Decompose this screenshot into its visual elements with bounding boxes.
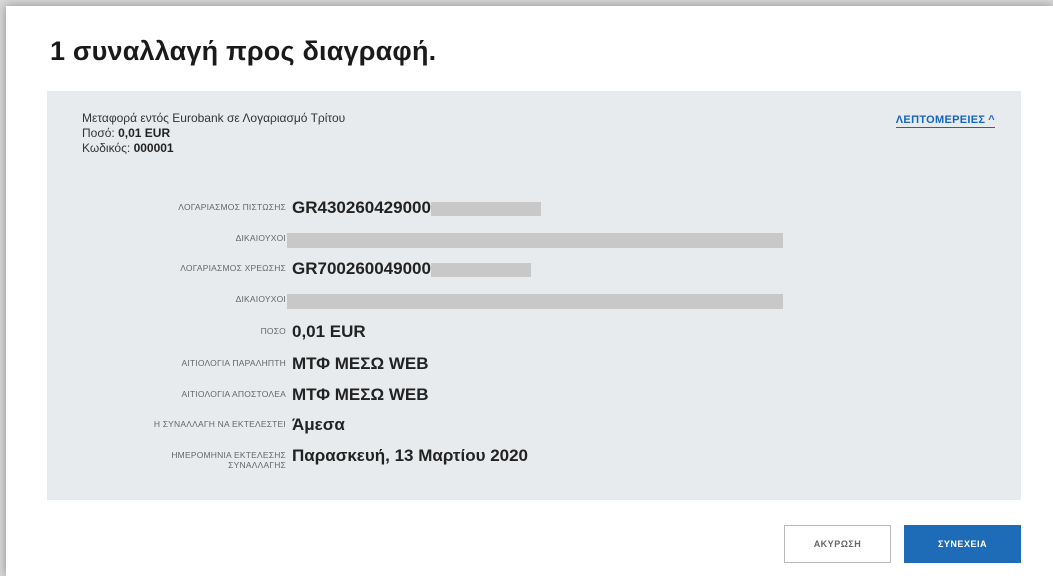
detail-row-beneficiaries: ΔΙΚΑΙΟΥΧΟΙ bbox=[47, 228, 1021, 252]
detail-row-execution-date: ΗΜΕΡΟΜΗΝΙΑ ΕΚΤΕΛΕΣΗΣ ΣΥΝΑΛΛΑΓΗΣ Παρασκευ… bbox=[47, 445, 1021, 475]
detail-label: ΔΙΚΑΙΟΥΧΟΙ bbox=[235, 294, 286, 304]
details-toggle-link[interactable]: ΛΕΠΤΟΜΕΡΕΙΕΣ ^ bbox=[895, 114, 995, 128]
detail-value: ΜΤΦ ΜΕΣΩ WEB bbox=[292, 354, 429, 373]
detail-row-amount: ΠΟΣΟ 0,01 EUR bbox=[47, 321, 1021, 345]
detail-label: ΠΟΣΟ bbox=[260, 326, 286, 336]
credit-account-number: GR430260429000 bbox=[292, 198, 431, 217]
redacted-block bbox=[430, 262, 531, 277]
detail-value: GR700260049000 bbox=[292, 259, 531, 279]
detail-value: GR430260429000 bbox=[292, 198, 541, 218]
detail-label: ΛΟΓΑΡΙΑΣΜΟΣ ΧΡΕΩΣΗΣ bbox=[180, 263, 286, 273]
amount-label: Ποσό: bbox=[82, 126, 115, 140]
detail-row-execution-timing: Η ΣΥΝΑΛΛΑΓΗ ΝΑ ΕΚΤΕΛΕΣΤΕΙ Άμεσα bbox=[47, 414, 1021, 438]
debit-account-number: GR700260049000 bbox=[292, 259, 431, 278]
detail-label: ΑΙΤΙΟΛΟΓΙΑ ΠΑΡΑΛΗΠΤΗ bbox=[181, 358, 286, 368]
amount-line: Ποσό: 0,01 EUR bbox=[82, 126, 345, 141]
code-value: 000001 bbox=[133, 141, 174, 155]
code-label: Κωδικός: bbox=[82, 141, 131, 155]
detail-row-debit-account: ΛΟΓΑΡΙΑΣΜΟΣ ΧΡΕΩΣΗΣ GR700260049000 bbox=[47, 258, 1021, 282]
amount-value: 0,01 EUR bbox=[118, 126, 171, 140]
details-toggle-label: ΛΕΠΤΟΜΕΡΕΙΕΣ bbox=[895, 114, 986, 126]
continue-button[interactable]: ΣΥΝΕΧΕΙΑ bbox=[904, 525, 1021, 563]
page-title: 1 συναλλαγή προς διαγραφή. bbox=[50, 36, 437, 66]
redacted-block bbox=[287, 233, 783, 248]
redacted-block bbox=[287, 294, 783, 309]
detail-row-sender-reason: ΑΙΤΙΟΛΟΓΙΑ ΑΠΟΣΤΟΛΕΑ ΜΤΦ ΜΕΣΩ WEB bbox=[47, 384, 1021, 408]
detail-label: ΔΙΚΑΙΟΥΧΟΙ bbox=[235, 233, 286, 243]
dialog: 1 συναλλαγή προς διαγραφή. Μεταφορά εντό… bbox=[6, 6, 1053, 576]
redacted-block bbox=[430, 201, 541, 216]
code-line: Κωδικός: 000001 bbox=[82, 141, 345, 156]
detail-value: 0,01 EUR bbox=[292, 322, 366, 341]
cancel-button[interactable]: ΑΚΥΡΩΣΗ bbox=[784, 525, 891, 563]
transaction-panel: Μεταφορά εντός Eurobank σε Λογαριασμό Τρ… bbox=[47, 91, 1021, 500]
detail-row-credit-account: ΛΟΓΑΡΙΑΣΜΟΣ ΠΙΣΤΩΣΗΣ GR430260429000 bbox=[47, 197, 1021, 221]
detail-label: ΛΟΓΑΡΙΑΣΜΟΣ ΠΙΣΤΩΣΗΣ bbox=[178, 202, 286, 212]
detail-value: Παρασκευή, 13 Μαρτίου 2020 bbox=[292, 446, 529, 465]
transaction-description: Μεταφορά εντός Eurobank σε Λογαριασμό Τρ… bbox=[82, 111, 346, 125]
chevron-up-icon: ^ bbox=[988, 114, 995, 126]
detail-label: Η ΣΥΝΑΛΛΑΓΗ ΝΑ ΕΚΤΕΛΕΣΤΕΙ bbox=[153, 419, 286, 429]
detail-row-beneficiaries: ΔΙΚΑΙΟΥΧΟΙ bbox=[47, 289, 1021, 313]
detail-value: ΜΤΦ ΜΕΣΩ WEB bbox=[292, 385, 429, 404]
detail-row-recipient-reason: ΑΙΤΙΟΛΟΓΙΑ ΠΑΡΑΛΗΠΤΗ ΜΤΦ ΜΕΣΩ WEB bbox=[47, 353, 1021, 377]
detail-label: ΗΜΕΡΟΜΗΝΙΑ ΕΚΤΕΛΕΣΗΣ ΣΥΝΑΛΛΑΓΗΣ bbox=[171, 450, 286, 470]
detail-value: Άμεσα bbox=[292, 415, 345, 434]
transaction-summary: Μεταφορά εντός Eurobank σε Λογαριασμό Τρ… bbox=[82, 111, 345, 156]
detail-label: ΑΙΤΙΟΛΟΓΙΑ ΑΠΟΣΤΟΛΕΑ bbox=[181, 389, 286, 399]
